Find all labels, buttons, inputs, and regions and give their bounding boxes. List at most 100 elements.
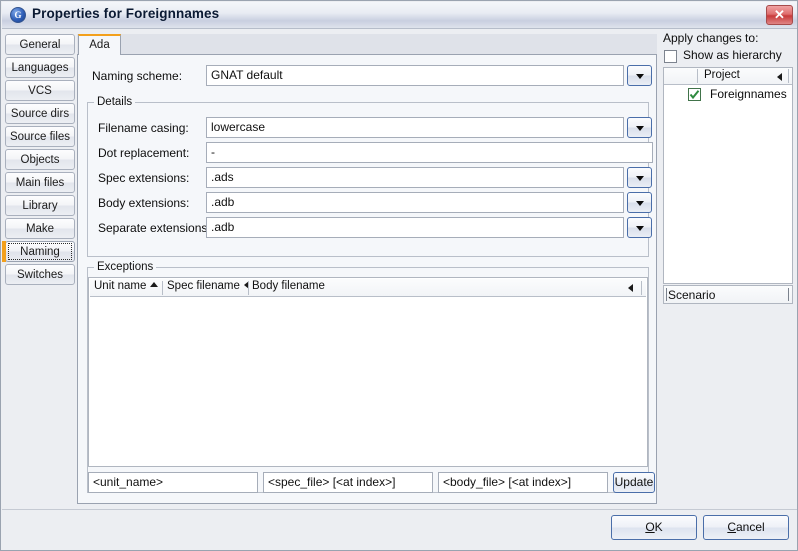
- close-icon[interactable]: ✕: [766, 5, 793, 25]
- column-spec-filename-label: Spec filename: [167, 280, 240, 292]
- properties-dialog: G Properties for Foreignnames ✕ General L…: [0, 0, 798, 551]
- tab-row: Ada: [77, 34, 657, 55]
- chevron-down-icon: [635, 73, 644, 79]
- column-separator: [162, 281, 163, 295]
- ok-label-rest: K: [654, 520, 663, 534]
- apply-changes-label: Apply changes to:: [663, 31, 759, 45]
- ok-button[interactable]: OK: [611, 515, 697, 540]
- collapse-left-icon[interactable]: [628, 284, 633, 292]
- filename-casing-label: Filename casing:: [98, 121, 189, 135]
- update-button[interactable]: Update: [613, 472, 655, 493]
- sidebar-item-objects[interactable]: Objects: [5, 149, 75, 170]
- project-checkbox[interactable]: [688, 88, 701, 101]
- close-glyph: ✕: [774, 7, 785, 22]
- main-content: Ada Naming scheme: GNAT default Details …: [77, 34, 657, 504]
- separate-extensions-label: Separate extensions:: [98, 221, 211, 235]
- column-unit-name[interactable]: Unit name: [94, 280, 159, 292]
- naming-scheme-label: Naming scheme:: [92, 69, 183, 83]
- focus-ring: [8, 243, 72, 260]
- sidebar-item-naming[interactable]: Naming: [2, 241, 75, 262]
- exceptions-header: Unit name Spec filename Body filename: [90, 279, 646, 297]
- selected-tab-accent: [2, 241, 6, 262]
- spec-extensions-input[interactable]: .ads: [206, 167, 624, 188]
- filename-casing-dropdown-button[interactable]: [627, 117, 652, 138]
- sidebar-item-source-files[interactable]: Source files: [5, 126, 75, 147]
- column-unit-name-label: Unit name: [94, 280, 147, 292]
- column-spec-filename[interactable]: Spec filename: [167, 280, 249, 292]
- separate-extensions-input[interactable]: .adb: [206, 217, 624, 238]
- exceptions-rows[interactable]: [90, 297, 646, 465]
- sidebar-item-label: VCS: [28, 85, 52, 97]
- sidebar-item-label: Switches: [16, 269, 64, 281]
- chevron-down-icon: [635, 200, 644, 206]
- project-tree[interactable]: Project Foreignnames: [663, 67, 793, 284]
- sidebar-item-label: Source dirs: [10, 108, 70, 120]
- sidebar-item-main-files[interactable]: Main files: [5, 172, 75, 193]
- show-as-hierarchy-label[interactable]: Show as hierarchy: [683, 48, 782, 62]
- sidebar-item-label: Languages: [11, 62, 69, 74]
- unit-name-entry[interactable]: <unit_name>: [88, 472, 258, 493]
- sidebar-item-label: General: [19, 39, 61, 51]
- column-body-filename[interactable]: Body filename: [252, 280, 325, 292]
- body-extensions-dropdown-button[interactable]: [627, 192, 652, 213]
- spec-file-entry[interactable]: <spec_file> [<at index>]: [263, 472, 433, 493]
- scenario-bar-left-grip: [666, 288, 667, 301]
- sidebar-item-languages[interactable]: Languages: [5, 57, 75, 78]
- column-separator: [248, 281, 249, 295]
- project-column-label: Project: [704, 69, 740, 81]
- ada-naming-panel: Naming scheme: GNAT default Details File…: [77, 55, 657, 504]
- column-separator: [788, 69, 789, 83]
- chevron-down-icon: [635, 125, 644, 131]
- app-globe-icon: G: [10, 7, 26, 23]
- cancel-mnemonic: C: [727, 520, 736, 534]
- dot-replacement-input[interactable]: -: [206, 142, 653, 163]
- sidebar-item-source-dirs[interactable]: Source dirs: [5, 103, 75, 124]
- scenario-bar-right-grip: [788, 288, 789, 301]
- footer-divider: [2, 509, 797, 510]
- project-item-label: Foreignnames: [710, 87, 787, 101]
- sidebar-item-library[interactable]: Library: [5, 195, 75, 216]
- sidebar-item-label: Source files: [9, 131, 71, 143]
- exceptions-list[interactable]: Unit name Spec filename Body filename: [88, 277, 648, 467]
- sidebar-item-switches[interactable]: Switches: [5, 264, 75, 285]
- side-tab-strip: General Languages VCS Source dirs Source fil…: [2, 34, 75, 287]
- separate-extensions-dropdown-button[interactable]: [627, 217, 652, 238]
- column-separator: [641, 281, 642, 295]
- scenario-bar[interactable]: Scenario: [663, 285, 793, 304]
- sidebar-item-label: Objects: [20, 154, 60, 166]
- column-body-filename-label: Body filename: [252, 280, 325, 292]
- naming-scheme-input[interactable]: GNAT default: [206, 65, 624, 86]
- cancel-button[interactable]: Cancel: [703, 515, 789, 540]
- cancel-label-rest: ancel: [735, 520, 765, 534]
- naming-scheme-dropdown-button[interactable]: [627, 65, 652, 86]
- show-as-hierarchy-checkbox[interactable]: [664, 50, 677, 63]
- collapse-left-icon[interactable]: [777, 73, 782, 81]
- window-title: Properties for Foreignnames: [32, 6, 220, 21]
- sidebar-item-make[interactable]: Make: [5, 218, 75, 239]
- dot-replacement-label: Dot replacement:: [98, 146, 190, 160]
- scenario-label: Scenario: [668, 288, 716, 302]
- project-tree-item[interactable]: Foreignnames: [664, 86, 792, 104]
- body-file-entry[interactable]: <body_file> [<at index>]: [438, 472, 608, 493]
- exceptions-group-title: Exceptions: [94, 261, 157, 273]
- sidebar-item-label: Library: [22, 200, 58, 212]
- sidebar-item-vcs[interactable]: VCS: [5, 80, 75, 101]
- sidebar-item-label: Main files: [15, 177, 65, 189]
- sidebar-item-general[interactable]: General: [5, 34, 75, 55]
- details-group-title: Details: [94, 96, 136, 108]
- ok-mnemonic: O: [645, 520, 655, 534]
- tab-ada-label: Ada: [89, 39, 110, 51]
- title-bar: G Properties for Foreignnames ✕: [2, 2, 797, 29]
- filename-casing-input[interactable]: lowercase: [206, 117, 624, 138]
- chevron-down-icon: [635, 175, 644, 181]
- sort-ascending-icon: [150, 282, 159, 287]
- body-extensions-label: Body extensions:: [98, 196, 190, 210]
- tab-ada[interactable]: Ada: [78, 34, 121, 55]
- column-separator: [697, 69, 698, 83]
- project-tree-header: Project: [664, 68, 792, 85]
- spec-extensions-label: Spec extensions:: [98, 171, 190, 185]
- body-extensions-input[interactable]: .adb: [206, 192, 624, 213]
- chevron-down-icon: [635, 225, 644, 231]
- spec-extensions-dropdown-button[interactable]: [627, 167, 652, 188]
- checkmark-icon: [689, 90, 700, 100]
